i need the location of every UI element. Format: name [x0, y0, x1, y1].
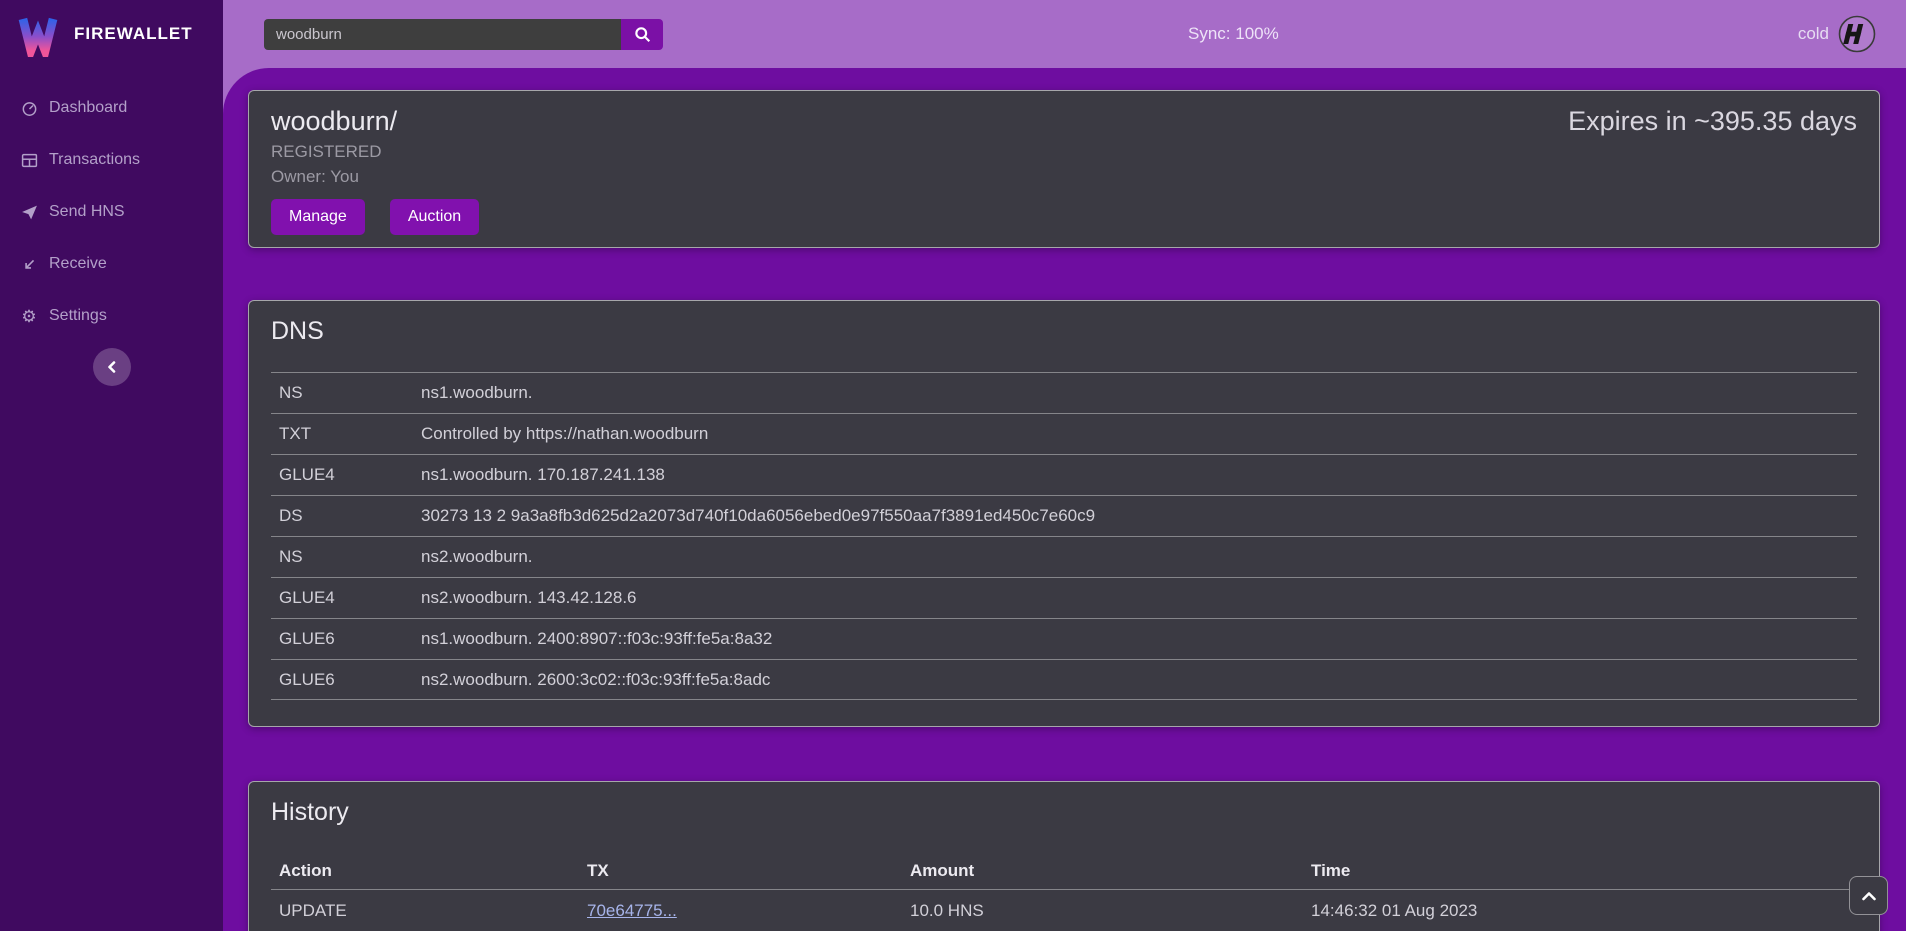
- table-icon: [20, 151, 38, 169]
- dns-record-type: GLUE6: [279, 629, 421, 649]
- search-group: [264, 19, 663, 50]
- sidebar-nav: Dashboard Transactions Send HNS: [0, 82, 223, 342]
- sidebar-item-label: Receive: [49, 255, 107, 273]
- sync-status: Sync: 100%: [1188, 24, 1279, 44]
- sidebar-collapse-button[interactable]: [93, 348, 131, 386]
- sidebar-item-dashboard[interactable]: Dashboard: [0, 82, 223, 134]
- history-column-tx: TX: [587, 861, 910, 881]
- history-table-body: UPDATE 70e64775... 10.0 HNS 14:46:32 01 …: [271, 889, 1857, 931]
- brand-name: FIREWALLET: [74, 24, 193, 44]
- dns-record-value: Controlled by https://nathan.woodburn: [421, 424, 1849, 444]
- handshake-logo-icon: [1838, 15, 1876, 53]
- search-button[interactable]: [621, 19, 663, 50]
- chevron-left-icon: [106, 361, 118, 373]
- sidebar-item-transactions[interactable]: Transactions: [0, 134, 223, 186]
- sidebar-item-label: Dashboard: [49, 99, 127, 117]
- sidebar-item-label: Settings: [49, 307, 107, 325]
- history-card: History Action TX Amount Time UPDATE 70e…: [248, 781, 1880, 931]
- wallet-name: cold: [1798, 24, 1829, 44]
- dns-record-value: ns1.woodburn. 170.187.241.138: [421, 465, 1849, 485]
- dns-record-type: TXT: [279, 424, 421, 444]
- domain-expiry: Expires in ~395.35 days: [1568, 106, 1857, 232]
- dns-record-value: 30273 13 2 9a3a8fb3d625d2a2073d740f10da6…: [421, 506, 1849, 526]
- firewallet-logo-icon: [15, 11, 61, 57]
- domain-title: woodburn/: [271, 106, 479, 137]
- sidebar-item-label: Send HNS: [49, 203, 125, 221]
- tx-link[interactable]: 70e64775...: [587, 901, 677, 920]
- sidebar-item-settings[interactable]: ⚙ Settings: [0, 290, 223, 342]
- dns-record-row: DS 30273 13 2 9a3a8fb3d625d2a2073d740f10…: [271, 495, 1857, 536]
- history-header-row: Action TX Amount Time: [271, 853, 1857, 889]
- history-column-amount: Amount: [910, 861, 1311, 881]
- receive-icon: [20, 255, 38, 273]
- topbar: Sync: 100% cold: [223, 0, 1906, 68]
- history-action: UPDATE: [279, 901, 587, 921]
- dns-record-type: NS: [279, 547, 421, 567]
- dns-record-type: NS: [279, 383, 421, 403]
- dns-record-row: NS ns1.woodburn.: [271, 372, 1857, 413]
- search-icon: [634, 26, 651, 43]
- dns-record-type: GLUE4: [279, 465, 421, 485]
- main-area: Sync: 100% cold woodburn/ REGISTERED Own…: [223, 0, 1906, 931]
- dns-card: DNS NS ns1.woodburn. TXT Controlled by h…: [248, 300, 1880, 727]
- dns-record-row: GLUE6 ns2.woodburn. 2600:3c02::f03c:93ff…: [271, 659, 1857, 700]
- history-title: History: [271, 798, 1857, 827]
- sidebar-item-receive[interactable]: Receive: [0, 238, 223, 290]
- wallet-cluster[interactable]: cold: [1798, 15, 1876, 53]
- history-row: UPDATE 70e64775... 10.0 HNS 14:46:32 01 …: [271, 889, 1857, 931]
- dns-record-value: ns2.woodburn. 2600:3c02::f03c:93ff:fe5a:…: [421, 670, 1849, 690]
- sidebar: FIREWALLET Dashboard Transactions: [0, 0, 223, 931]
- domain-info: woodburn/ REGISTERED Owner: You Manage A…: [271, 106, 479, 232]
- dns-record-row: GLUE6 ns1.woodburn. 2400:8907::f03c:93ff…: [271, 618, 1857, 659]
- send-icon: [20, 203, 38, 221]
- manage-button[interactable]: Manage: [271, 199, 365, 235]
- domain-owner: Owner: You: [271, 167, 479, 187]
- sidebar-item-label: Transactions: [49, 151, 140, 169]
- dns-record-value: ns1.woodburn. 2400:8907::f03c:93ff:fe5a:…: [421, 629, 1849, 649]
- auction-button[interactable]: Auction: [390, 199, 479, 235]
- dns-record-type: GLUE6: [279, 670, 421, 690]
- domain-actions: Manage Auction: [271, 199, 479, 235]
- search-input[interactable]: [264, 19, 621, 50]
- content: woodburn/ REGISTERED Owner: You Manage A…: [223, 68, 1906, 931]
- dashboard-icon: [20, 99, 38, 117]
- gear-icon: ⚙: [20, 307, 38, 325]
- dns-record-row: GLUE4 ns2.woodburn. 143.42.128.6: [271, 577, 1857, 618]
- dns-table-body: NS ns1.woodburn. TXT Controlled by https…: [271, 372, 1857, 700]
- domain-card: woodburn/ REGISTERED Owner: You Manage A…: [248, 90, 1880, 248]
- history-column-action: Action: [279, 861, 587, 881]
- dns-record-type: DS: [279, 506, 421, 526]
- dns-record-type: GLUE4: [279, 588, 421, 608]
- history-time: 14:46:32 01 Aug 2023: [1311, 901, 1849, 921]
- dns-record-row: GLUE4 ns1.woodburn. 170.187.241.138: [271, 454, 1857, 495]
- caret-up-icon: [1862, 891, 1876, 901]
- brand: FIREWALLET: [0, 0, 223, 68]
- dns-record-row: TXT Controlled by https://nathan.woodbur…: [271, 413, 1857, 454]
- dns-record-value: ns2.woodburn. 143.42.128.6: [421, 588, 1849, 608]
- scroll-to-top-button[interactable]: [1849, 876, 1888, 915]
- dns-title: DNS: [271, 317, 1857, 346]
- sidebar-item-send-hns[interactable]: Send HNS: [0, 186, 223, 238]
- dns-record-value: ns2.woodburn.: [421, 547, 1849, 567]
- dns-record-row: NS ns2.woodburn.: [271, 536, 1857, 577]
- history-amount: 10.0 HNS: [910, 901, 1311, 921]
- history-column-time: Time: [1311, 861, 1849, 881]
- domain-status: REGISTERED: [271, 142, 479, 162]
- dns-record-value: ns1.woodburn.: [421, 383, 1849, 403]
